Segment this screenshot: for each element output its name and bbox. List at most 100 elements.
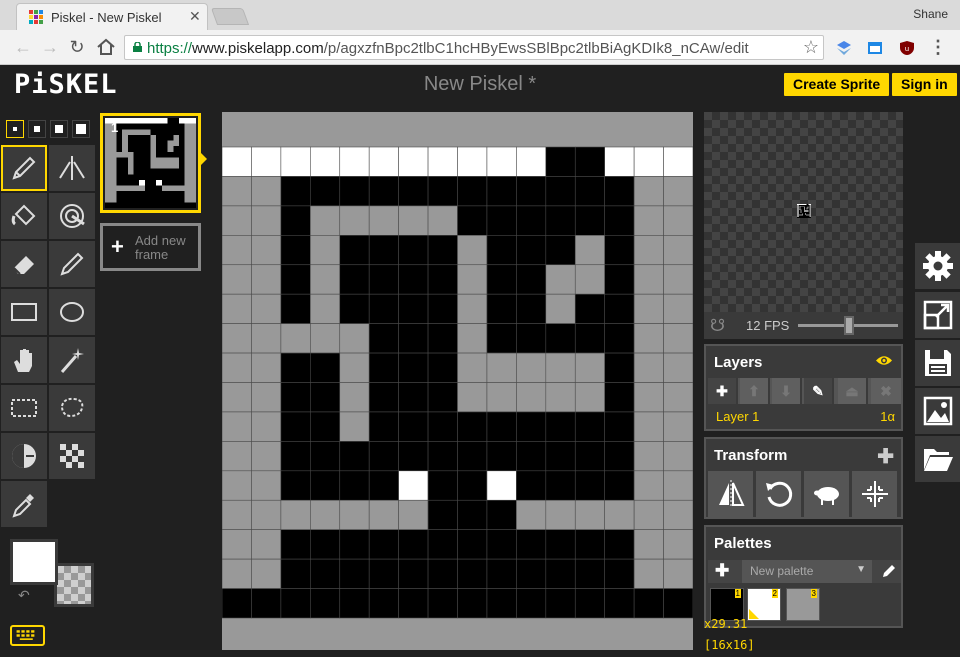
canvas-pixel[interactable] bbox=[486, 323, 517, 354]
canvas-pixel[interactable] bbox=[398, 352, 429, 383]
canvas-pixel[interactable] bbox=[222, 205, 252, 236]
fps-slider-thumb[interactable] bbox=[844, 316, 854, 335]
canvas-pixel[interactable] bbox=[222, 264, 252, 295]
canvas-pixel[interactable] bbox=[633, 382, 664, 413]
canvas-pixel[interactable] bbox=[339, 441, 370, 472]
canvas-pixel[interactable] bbox=[574, 529, 605, 560]
canvas-pixel[interactable] bbox=[574, 588, 605, 619]
canvas-pixel[interactable] bbox=[427, 146, 458, 177]
canvas-pixel[interactable] bbox=[457, 499, 488, 530]
canvas-pixel[interactable] bbox=[486, 146, 517, 177]
canvas-pixel[interactable] bbox=[427, 470, 458, 501]
drawing-canvas[interactable] bbox=[222, 112, 693, 650]
swap-colors-icon[interactable]: ↶ bbox=[18, 587, 30, 604]
canvas-pixel[interactable] bbox=[339, 588, 370, 619]
canvas-pixel[interactable] bbox=[427, 205, 458, 236]
canvas-pixel[interactable] bbox=[368, 146, 399, 177]
pixel-grid[interactable] bbox=[222, 112, 693, 650]
lasso-selection-tool[interactable] bbox=[49, 385, 95, 431]
save-button[interactable] bbox=[915, 340, 960, 386]
canvas-pixel[interactable] bbox=[251, 529, 282, 560]
canvas-pixel[interactable] bbox=[545, 293, 576, 324]
canvas-pixel[interactable] bbox=[310, 499, 341, 530]
canvas-pixel[interactable] bbox=[604, 441, 635, 472]
canvas-pixel[interactable] bbox=[368, 558, 399, 589]
layer-item[interactable]: Layer 1 1α bbox=[708, 406, 901, 428]
canvas-pixel[interactable] bbox=[457, 264, 488, 295]
canvas-pixel[interactable] bbox=[222, 499, 252, 530]
canvas-pixel[interactable] bbox=[427, 558, 458, 589]
canvas-pixel[interactable] bbox=[222, 352, 252, 383]
canvas-pixel[interactable] bbox=[486, 235, 517, 266]
canvas-pixel[interactable] bbox=[457, 382, 488, 413]
canvas-pixel[interactable] bbox=[486, 411, 517, 442]
canvas-pixel[interactable] bbox=[457, 411, 488, 442]
browser-tab[interactable]: Piskel - New Piskel ✕ bbox=[16, 3, 208, 30]
canvas-pixel[interactable] bbox=[633, 558, 664, 589]
ublock-icon[interactable]: u bbox=[899, 40, 915, 56]
canvas-pixel[interactable] bbox=[339, 235, 370, 266]
canvas-pixel[interactable] bbox=[574, 146, 605, 177]
canvas-pixel[interactable] bbox=[251, 323, 282, 354]
canvas-pixel[interactable] bbox=[633, 264, 664, 295]
canvas-pixel[interactable] bbox=[486, 264, 517, 295]
canvas-pixel[interactable] bbox=[457, 588, 488, 619]
canvas-pixel[interactable] bbox=[604, 499, 635, 530]
rectangle-selection-tool[interactable] bbox=[1, 385, 47, 431]
flip-button[interactable] bbox=[708, 471, 753, 517]
canvas-pixel[interactable] bbox=[516, 293, 547, 324]
canvas-pixel[interactable] bbox=[574, 176, 605, 207]
canvas-pixel[interactable] bbox=[545, 411, 576, 442]
secondary-color-swatch[interactable] bbox=[54, 563, 94, 607]
canvas-pixel[interactable] bbox=[574, 323, 605, 354]
canvas-pixel[interactable] bbox=[280, 588, 311, 619]
paint-bucket-tool[interactable] bbox=[1, 193, 47, 239]
canvas-pixel[interactable] bbox=[604, 264, 635, 295]
center-button[interactable] bbox=[852, 471, 897, 517]
canvas-pixel[interactable] bbox=[663, 441, 693, 472]
canvas-pixel[interactable] bbox=[516, 205, 547, 236]
transform-expand-icon[interactable]: ✚ bbox=[877, 444, 894, 469]
canvas-pixel[interactable] bbox=[398, 293, 429, 324]
canvas-pixel[interactable] bbox=[398, 529, 429, 560]
canvas-pixel[interactable] bbox=[310, 352, 341, 383]
canvas-pixel[interactable] bbox=[633, 176, 664, 207]
canvas-pixel[interactable] bbox=[486, 558, 517, 589]
canvas-pixel[interactable] bbox=[574, 382, 605, 413]
palette-select[interactable]: New palette ▼ bbox=[742, 560, 872, 583]
primary-color-swatch[interactable] bbox=[10, 539, 58, 585]
canvas-pixel[interactable] bbox=[604, 529, 635, 560]
canvas-pixel[interactable] bbox=[457, 470, 488, 501]
canvas-pixel[interactable] bbox=[516, 176, 547, 207]
home-icon[interactable] bbox=[96, 38, 116, 56]
canvas-pixel[interactable] bbox=[663, 588, 693, 619]
tab-close-icon[interactable]: ✕ bbox=[189, 8, 201, 25]
canvas-pixel[interactable] bbox=[251, 235, 282, 266]
canvas-pixel[interactable] bbox=[310, 293, 341, 324]
canvas-pixel[interactable] bbox=[427, 529, 458, 560]
canvas-pixel[interactable] bbox=[222, 470, 252, 501]
address-bar[interactable]: https://www.piskelapp.com/p/agxzfnBpc2tl… bbox=[124, 35, 824, 60]
canvas-pixel[interactable] bbox=[280, 176, 311, 207]
canvas-pixel[interactable] bbox=[222, 382, 252, 413]
move-layer-up-icon[interactable]: ⬆ bbox=[740, 378, 770, 404]
back-icon[interactable]: ← bbox=[13, 38, 33, 56]
canvas-pixel[interactable] bbox=[280, 264, 311, 295]
canvas-pixel[interactable] bbox=[545, 529, 576, 560]
eraser-tool[interactable] bbox=[1, 241, 47, 287]
canvas-pixel[interactable] bbox=[310, 411, 341, 442]
canvas-pixel[interactable] bbox=[251, 293, 282, 324]
canvas-pixel[interactable] bbox=[280, 470, 311, 501]
add-layer-icon[interactable]: ✚ bbox=[708, 378, 738, 404]
canvas-pixel[interactable] bbox=[633, 205, 664, 236]
canvas-pixel[interactable] bbox=[545, 499, 576, 530]
canvas-pixel[interactable] bbox=[280, 499, 311, 530]
canvas-pixel[interactable] bbox=[486, 205, 517, 236]
canvas-pixel[interactable] bbox=[545, 205, 576, 236]
canvas-pixel[interactable] bbox=[280, 529, 311, 560]
canvas-pixel[interactable] bbox=[486, 588, 517, 619]
canvas-pixel[interactable] bbox=[663, 499, 693, 530]
canvas-pixel[interactable] bbox=[604, 323, 635, 354]
canvas-pixel[interactable] bbox=[339, 323, 370, 354]
canvas-pixel[interactable] bbox=[310, 529, 341, 560]
